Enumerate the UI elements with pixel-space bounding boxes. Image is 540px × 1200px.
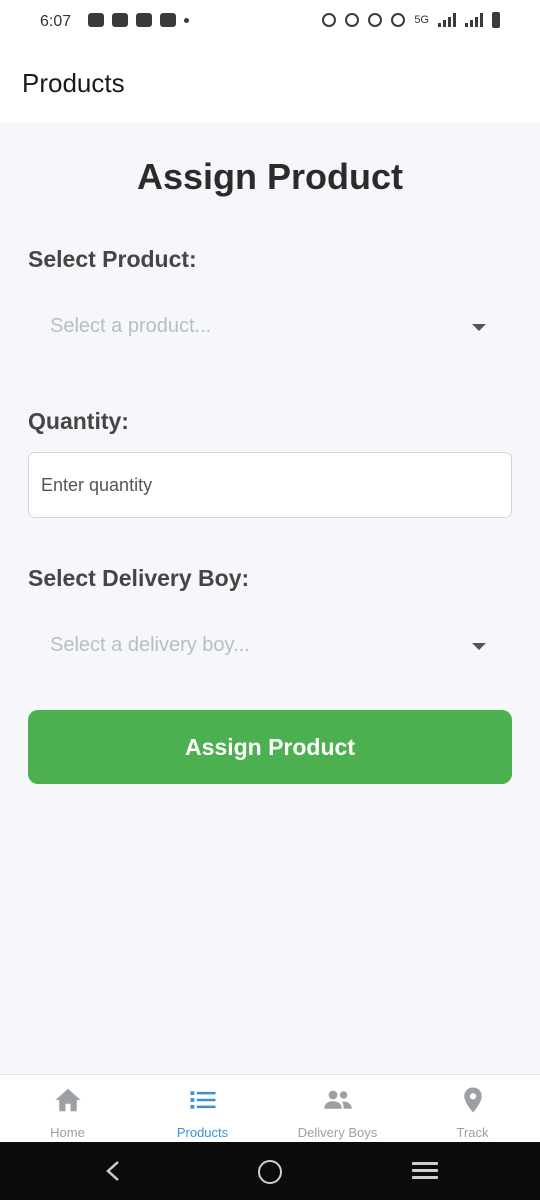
back-icon[interactable]	[103, 1160, 123, 1182]
chat-icon	[88, 13, 104, 27]
location-pin-icon	[463, 1087, 482, 1113]
wifi-calling-icon	[112, 13, 128, 27]
product-placeholder: Select a product...	[50, 315, 212, 337]
assign-product-form: Assign Product Select Product: Select a …	[0, 122, 540, 1074]
bluetooth-icon	[345, 13, 360, 27]
tab-home[interactable]: Home	[0, 1075, 135, 1143]
list-icon	[190, 1091, 215, 1109]
network-type: 5G	[414, 14, 429, 26]
assign-product-button[interactable]: Assign Product	[28, 710, 512, 784]
tab-delivery-boys[interactable]: Delivery Boys	[270, 1075, 405, 1143]
battery-icon	[492, 12, 500, 28]
dot-icon	[184, 17, 189, 23]
quantity-label: Quantity:	[28, 408, 129, 434]
tab-home-label: Home	[50, 1125, 85, 1140]
tab-delivery-boys-label: Delivery Boys	[297, 1125, 378, 1140]
app-header: Products	[0, 46, 540, 122]
form-heading: Assign Product	[136, 156, 404, 197]
home-button-icon[interactable]	[258, 1160, 282, 1184]
delivery-boy-placeholder: Select a delivery boy...	[50, 634, 250, 656]
alarm-icon	[322, 13, 337, 27]
tab-track[interactable]: Track	[405, 1075, 540, 1143]
recent-apps-icon[interactable]	[412, 1162, 438, 1180]
people-icon	[323, 1090, 352, 1109]
youtube-icon	[136, 13, 152, 27]
home-icon	[55, 1088, 80, 1112]
notification-icons	[88, 13, 189, 27]
signal-icon	[438, 13, 456, 27]
status-bar: 6:07 5G	[0, 0, 540, 46]
status-time: 6:07	[40, 13, 72, 30]
tab-track-label: Track	[456, 1125, 489, 1140]
tab-products-label: Products	[176, 1125, 229, 1140]
quantity-input[interactable]	[28, 452, 512, 518]
delivery-boy-label: Select Delivery Boy:	[28, 565, 250, 591]
chevron-down-icon	[472, 324, 486, 331]
page-title: Products	[22, 68, 125, 98]
product-picker[interactable]: Select a product...	[28, 297, 512, 357]
system-icons: 5G	[322, 12, 500, 28]
teams-icon	[160, 13, 176, 27]
volte-icon	[368, 13, 383, 27]
bottom-nav: Home Products Delivery Boys Track	[0, 1074, 540, 1143]
tab-products[interactable]: Products	[135, 1075, 270, 1143]
hotspot-icon	[391, 13, 406, 27]
signal-icon	[465, 13, 483, 27]
system-nav-bar	[0, 1142, 540, 1200]
chevron-down-icon	[472, 643, 486, 650]
delivery-boy-picker[interactable]: Select a delivery boy...	[28, 616, 512, 676]
product-label: Select Product:	[28, 246, 197, 272]
